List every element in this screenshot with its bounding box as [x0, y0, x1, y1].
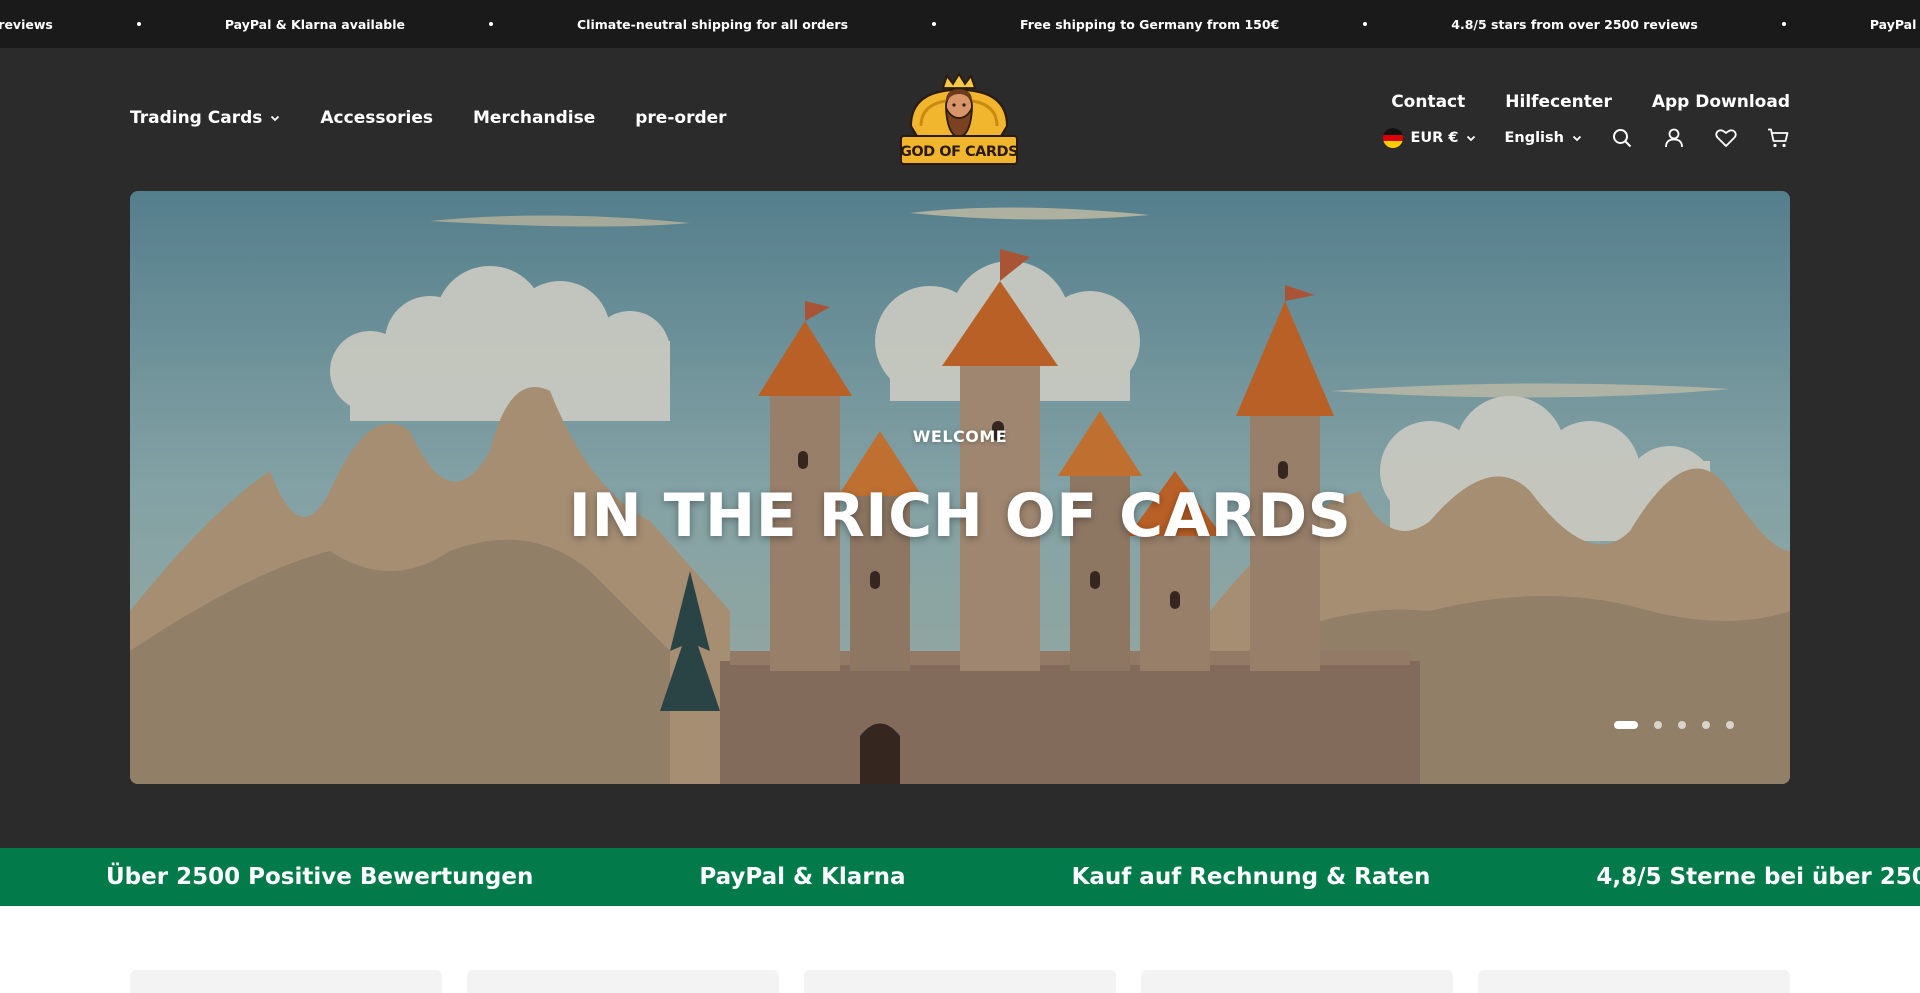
announcement-separator	[1363, 22, 1368, 26]
cart-icon[interactable]	[1766, 126, 1790, 150]
announcement-text: PayPal & Klarna available	[224, 16, 405, 32]
announcement-text: Climate-neutral shipping for all orders	[577, 16, 849, 32]
nav-label: Accessories	[320, 108, 434, 128]
currency-selector[interactable]: EUR €	[1382, 128, 1477, 148]
announcement-bar: ver 2500 reviews PayPal & Klarna availab…	[0, 0, 1920, 48]
nav-label: Trading Cards	[130, 108, 263, 128]
nav-merchandise[interactable]: Merchandise	[473, 108, 595, 128]
announcement-item: PayPal & Klarna available	[1870, 17, 1920, 32]
hero-slideshow[interactable]: WELCOME IN THE RICH OF CARDS	[130, 191, 1790, 784]
category-tile[interactable]	[467, 970, 779, 993]
announcement-text: Free shipping to Germany from 150€	[1020, 16, 1280, 32]
trust-item-rating: 4,8/5 Sterne bei über 2500 Bewertungen	[1596, 864, 1920, 890]
announcement-track: ver 2500 reviews PayPal & Klarna availab…	[0, 0, 1920, 48]
helpcenter-link[interactable]: Hilfecenter	[1505, 92, 1612, 112]
announcement-text: PayPal & Klarna available	[1869, 16, 1920, 32]
germany-flag-icon	[1382, 128, 1403, 148]
chevron-down-icon	[1572, 135, 1582, 142]
search-icon[interactable]	[1610, 126, 1634, 150]
chevron-down-icon	[1467, 135, 1476, 142]
announcement-separator	[489, 22, 493, 26]
wishlist-icon[interactable]	[1714, 126, 1738, 150]
category-tile[interactable]	[1478, 970, 1790, 993]
slide-dot-3[interactable]	[1678, 721, 1686, 729]
announcement-text: ver 2500 reviews	[0, 16, 53, 32]
app-download-link[interactable]: App Download	[1652, 92, 1790, 112]
trust-item-reviews: Über 2500 Positive Bewertungen	[106, 864, 534, 890]
language-label: English	[1504, 130, 1564, 146]
main-nav: Trading Cards Accessories Merchandise pr…	[130, 108, 727, 128]
category-tile[interactable]	[804, 970, 1116, 993]
trust-item-invoice: Kauf auf Rechnung & Raten	[1071, 864, 1431, 890]
header-actions: EUR € English	[1382, 126, 1791, 150]
trust-bar: Über 2500 Positive Bewertungen PayPal & …	[0, 848, 1920, 906]
hero-title: IN THE RICH OF CARDS	[568, 481, 1352, 551]
nav-trading-cards[interactable]: Trading Cards	[130, 108, 280, 128]
language-selector[interactable]: English	[1504, 130, 1582, 146]
slide-dot-5[interactable]	[1726, 721, 1734, 729]
announcement-separator	[932, 22, 937, 26]
announcement-separator	[136, 22, 141, 26]
announcement-text: 4.8/5 stars from over 2500 reviews	[1451, 16, 1698, 32]
announcement-separator	[1781, 22, 1786, 26]
announcement-item: PayPal & Klarna available	[225, 17, 405, 32]
trust-track: Über 2500 Positive Bewertungen PayPal & …	[106, 848, 1920, 906]
nav-pre-order[interactable]: pre-order	[635, 108, 726, 128]
contact-link[interactable]: Contact	[1391, 92, 1465, 112]
account-icon[interactable]	[1662, 126, 1686, 150]
currency-label: EUR €	[1410, 130, 1459, 146]
hero-eyebrow: WELCOME	[912, 427, 1008, 446]
announcement-item: Free shipping to Germany from 150€	[1020, 17, 1279, 32]
category-tile[interactable]	[130, 970, 442, 993]
slide-dot-2[interactable]	[1654, 721, 1662, 729]
category-tile[interactable]	[1141, 970, 1453, 993]
site-header: Trading Cards Accessories Merchandise pr…	[0, 48, 1920, 191]
nav-accessories[interactable]: Accessories	[320, 108, 433, 128]
category-section	[0, 906, 1920, 993]
god-of-cards-logo[interactable]: GOD OF CARDS	[897, 72, 1021, 168]
utility-links: Contact Hilfecenter App Download	[1391, 92, 1790, 112]
announcement-item: 4.8/5 stars from over 2500 reviews	[1451, 17, 1698, 32]
logo-wordmark: GOD OF CARDS	[900, 144, 1018, 160]
announcement-item: ver 2500 reviews	[0, 17, 53, 32]
chevron-down-icon	[271, 115, 280, 122]
slide-dot-4[interactable]	[1702, 721, 1710, 729]
announcement-item: Climate-neutral shipping for all orders	[577, 17, 848, 32]
nav-label: Merchandise	[473, 108, 596, 128]
nav-label: pre-order	[635, 108, 727, 128]
trust-item-payment: PayPal & Klarna	[699, 864, 906, 890]
slide-dot-1[interactable]	[1614, 721, 1638, 729]
slideshow-pagination	[1614, 721, 1734, 729]
